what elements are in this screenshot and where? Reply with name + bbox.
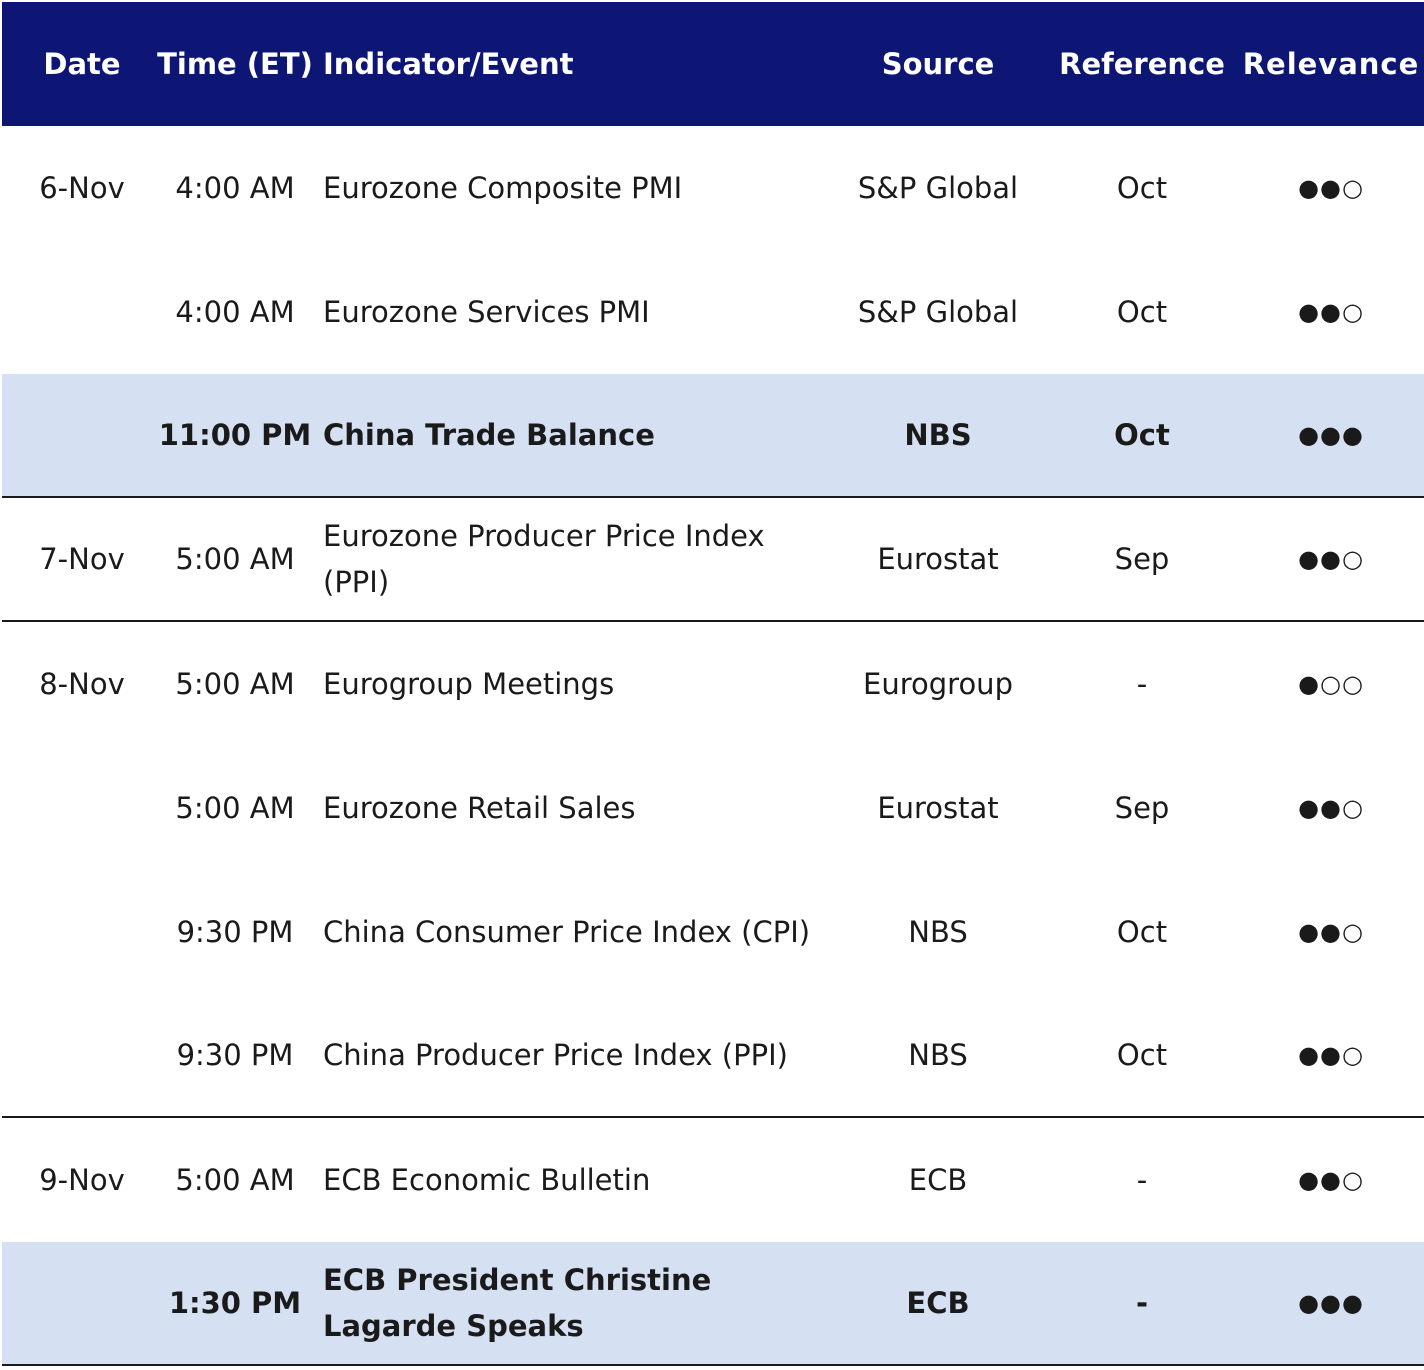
row-date: 7-Nov <box>39 542 125 576</box>
table-row-highlighted: 11:00 PM China Trade Balance NBS Oct ●●● <box>2 374 1424 498</box>
relevance-dots: ●○○ <box>1298 670 1364 698</box>
row-reference: Oct <box>1116 915 1168 949</box>
row-source: NBS <box>904 418 972 452</box>
relevance-dots: ●●○ <box>1298 545 1364 573</box>
row-event: China Trade Balance <box>323 418 655 452</box>
row-date: 6-Nov <box>39 171 125 205</box>
row-time: 4:00 AM <box>175 171 295 205</box>
header-reference: Reference <box>1059 47 1225 81</box>
row-reference: Oct <box>1114 418 1170 452</box>
row-source: Eurogroup <box>863 667 1013 701</box>
row-event: ECB Economic Bulletin <box>323 1163 651 1197</box>
row-reference: Sep <box>1114 542 1170 576</box>
row-time: 5:00 AM <box>175 791 295 825</box>
relevance-dots: ●●○ <box>1298 794 1364 822</box>
header-source: Source <box>881 47 995 81</box>
row-date <box>2 1242 162 1364</box>
row-date <box>2 994 162 1116</box>
row-reference: Oct <box>1116 1038 1168 1072</box>
row-event: Eurozone Producer Price Index (PPI) <box>323 519 765 599</box>
row-event: China Consumer Price Index (CPI) <box>323 915 811 949</box>
table-header: Date Time (ET) Indicator/Event Source Re… <box>2 2 1424 126</box>
relevance-dots: ●●○ <box>1298 298 1364 326</box>
row-time: 11:00 PM <box>158 418 312 452</box>
table-row: 5:00 AM Eurozone Retail Sales Eurostat S… <box>2 746 1424 870</box>
row-date: 9-Nov <box>39 1163 125 1197</box>
table-row: 4:00 AM Eurozone Services PMI S&P Global… <box>2 250 1424 374</box>
row-time: 5:00 AM <box>175 1163 295 1197</box>
table-row: 7-Nov 5:00 AM Eurozone Producer Price In… <box>2 498 1424 622</box>
header-relevance: Relevance <box>1242 47 1420 81</box>
row-reference: - <box>1136 1163 1148 1197</box>
row-reference: - <box>1135 1286 1149 1320</box>
row-source: NBS <box>908 1038 968 1072</box>
table-row: 9:30 PM China Consumer Price Index (CPI)… <box>2 870 1424 994</box>
row-date: 8-Nov <box>39 667 125 701</box>
row-date <box>2 374 162 496</box>
row-time: 4:00 AM <box>175 295 295 329</box>
header-date: Date <box>43 47 121 81</box>
row-date <box>2 870 162 994</box>
relevance-dots: ●●● <box>1298 1289 1364 1317</box>
row-event: Eurozone Services PMI <box>323 295 650 329</box>
header-time: Time (ET) <box>157 47 313 81</box>
economic-calendar-table: Date Time (ET) Indicator/Event Source Re… <box>2 2 1424 1366</box>
relevance-dots: ●●○ <box>1298 918 1364 946</box>
relevance-dots: ●●○ <box>1298 1166 1364 1194</box>
row-source: ECB <box>906 1286 970 1320</box>
table-row: 8-Nov 5:00 AM Eurogroup Meetings Eurogro… <box>2 622 1424 746</box>
row-event: Eurozone Composite PMI <box>323 171 683 205</box>
relevance-dots: ●●○ <box>1298 174 1364 202</box>
row-reference: - <box>1136 667 1148 701</box>
row-event: Eurogroup Meetings <box>323 667 615 701</box>
row-source: ECB <box>908 1163 968 1197</box>
row-reference: Oct <box>1116 295 1168 329</box>
row-source: Eurostat <box>877 791 999 825</box>
relevance-dots: ●●● <box>1298 421 1364 449</box>
row-source: Eurostat <box>877 542 999 576</box>
row-reference: Sep <box>1114 791 1170 825</box>
row-source: S&P Global <box>857 171 1019 205</box>
row-reference: Oct <box>1116 171 1168 205</box>
row-event: Eurozone Retail Sales <box>323 791 636 825</box>
row-time: 5:00 AM <box>175 667 295 701</box>
relevance-dots: ●●○ <box>1298 1041 1364 1069</box>
table-row: 6-Nov 4:00 AM Eurozone Composite PMI S&P… <box>2 126 1424 250</box>
row-source: NBS <box>908 915 968 949</box>
row-time: 5:00 AM <box>175 542 295 576</box>
row-date <box>2 746 162 870</box>
row-time: 1:30 PM <box>168 1286 302 1320</box>
row-event: China Producer Price Index (PPI) <box>323 1038 788 1072</box>
table-row: 9:30 PM China Producer Price Index (PPI)… <box>2 994 1424 1118</box>
row-time: 9:30 PM <box>176 1038 294 1072</box>
row-time: 9:30 PM <box>176 915 294 949</box>
header-event: Indicator/Event <box>323 47 574 81</box>
row-date <box>2 250 162 374</box>
table-row: 9-Nov 5:00 AM ECB Economic Bulletin ECB … <box>2 1118 1424 1242</box>
table-row-highlighted: 1:30 PM ECB President Christine Lagarde … <box>2 1242 1424 1366</box>
row-event: ECB President Christine Lagarde Speaks <box>323 1263 712 1343</box>
row-source: S&P Global <box>857 295 1019 329</box>
